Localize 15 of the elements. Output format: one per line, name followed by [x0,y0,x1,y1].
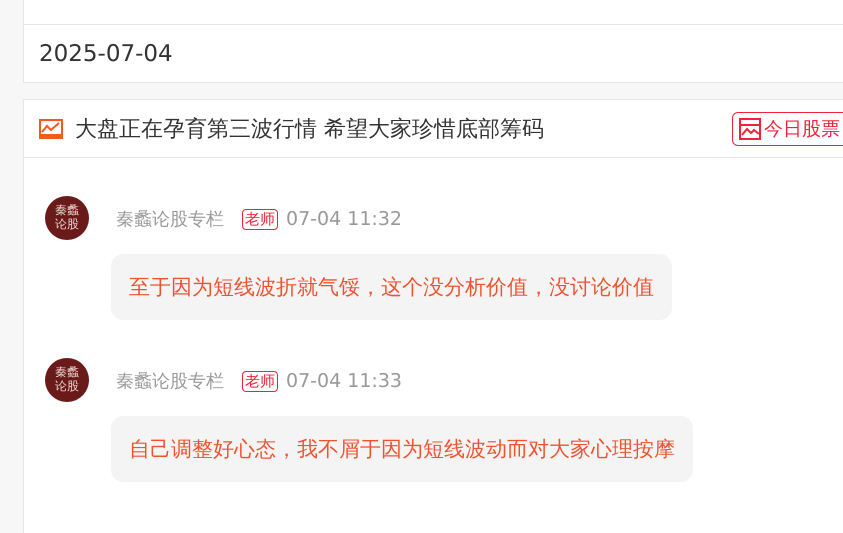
message-time: 07-04 11:32 [286,208,402,230]
avatar: 秦蠡 论股 [45,358,89,402]
image-icon [739,118,761,140]
today-stocks-button[interactable]: 今日股票 [732,112,843,146]
message-time: 07-04 11:33 [286,370,402,392]
role-tag: 老师 [242,208,278,230]
avatar: 秦蠡 论股 [45,196,89,240]
message-bubble: 自己调整好心态，我不屑于因为短线波动而对大家心理按摩 [111,416,693,482]
message-bubble: 至于因为短线波折就气馁，这个没分析价值，没讨论价值 [111,254,672,320]
chart-icon [39,118,63,138]
topic-title: 大盘正在孕育第三波行情 希望大家珍惜底部筹码 [75,116,545,144]
author-name: 秦蠡论股专栏 [116,370,224,393]
author-name: 秦蠡论股专栏 [116,208,224,231]
date-label: 2025-07-04 [23,25,843,83]
role-tag: 老师 [242,370,278,392]
